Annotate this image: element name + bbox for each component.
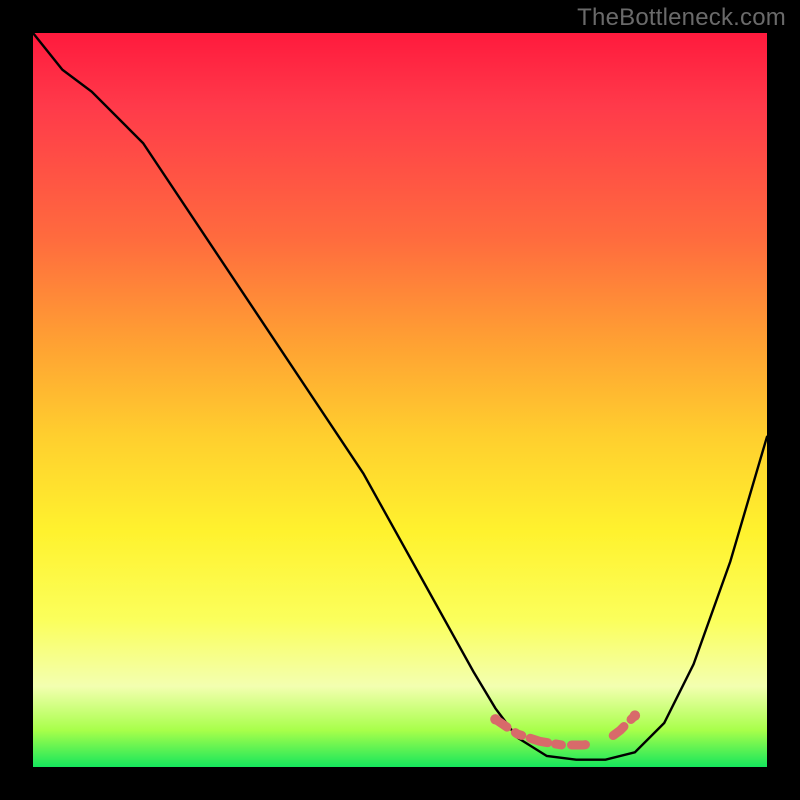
optimal-range-marker bbox=[490, 710, 640, 745]
watermark-text: TheBottleneck.com bbox=[577, 4, 786, 32]
chart-frame: TheBottleneck.com bbox=[0, 0, 800, 800]
plot-area bbox=[33, 33, 767, 767]
chart-svg bbox=[33, 33, 767, 767]
bottleneck-curve bbox=[33, 33, 767, 760]
